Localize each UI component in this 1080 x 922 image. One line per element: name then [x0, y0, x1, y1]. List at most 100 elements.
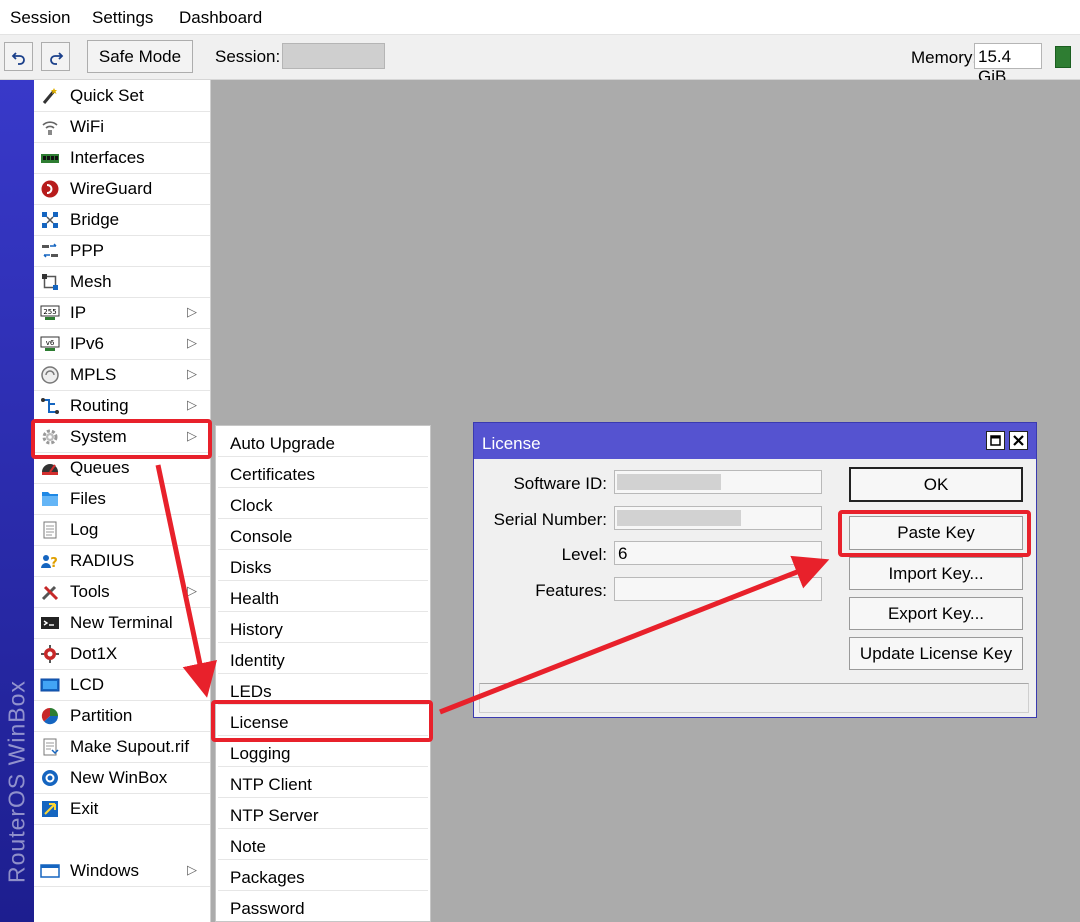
- ip-icon: 255: [39, 302, 61, 324]
- submenu-item-ntp-server[interactable]: NTP Server: [218, 798, 428, 829]
- sidebar-item-label: IP: [70, 303, 87, 322]
- brand-strip: RouterOS WinBox: [0, 80, 34, 922]
- brand-text: RouterOS WinBox: [3, 680, 30, 883]
- features-field[interactable]: [614, 577, 822, 601]
- sidebar-item-ip[interactable]: 255 IP ▷: [34, 298, 210, 329]
- submenu-item-clock[interactable]: Clock: [218, 488, 428, 519]
- safe-mode-button[interactable]: Safe Mode: [87, 40, 193, 73]
- side-menu: Quick Set WiFi Interfaces WireGuard Brid…: [34, 80, 211, 922]
- submenu-item-license[interactable]: License: [218, 705, 428, 736]
- submenu-item-ntp-client[interactable]: NTP Client: [218, 767, 428, 798]
- redacted-value: [617, 510, 741, 526]
- serial-number-label: Serial Number:: [493, 510, 607, 529]
- software-id-label: Software ID:: [513, 474, 607, 493]
- import-key-button[interactable]: Import Key...: [849, 557, 1023, 590]
- submenu-item-leds[interactable]: LEDs: [218, 674, 428, 705]
- submenu-item-identity[interactable]: Identity: [218, 643, 428, 674]
- sidebar-item-label: WiFi: [70, 117, 104, 136]
- memory-indicator: [1055, 46, 1071, 68]
- sidebar-item-mpls[interactable]: MPLS ▷: [34, 360, 210, 391]
- mpls-icon: [39, 364, 61, 386]
- submenu-arrow: ▷: [187, 304, 197, 319]
- sidebar-item-lcd[interactable]: LCD: [34, 670, 210, 701]
- license-window-title: License: [482, 434, 541, 453]
- license-window: License Software ID: Serial Number: Leve…: [473, 422, 1037, 718]
- sidebar-item-ppp[interactable]: PPP: [34, 236, 210, 267]
- submenu-item-note[interactable]: Note: [218, 829, 428, 860]
- sidebar-item-partition[interactable]: Partition: [34, 701, 210, 732]
- svg-text:v6: v6: [46, 339, 55, 347]
- sidebar-item-system[interactable]: System ▷: [34, 422, 210, 453]
- menu-dashboard[interactable]: Dashboard: [179, 8, 262, 28]
- exit-icon: [39, 798, 61, 820]
- svg-text:255: 255: [43, 308, 56, 316]
- partition-icon: [39, 705, 61, 727]
- submenu-item-console[interactable]: Console: [218, 519, 428, 550]
- sidebar-item-wifi[interactable]: WiFi: [34, 112, 210, 143]
- sidebar-item-label: IPv6: [70, 334, 105, 353]
- sidebar-item-label: Partition: [70, 706, 133, 725]
- software-id-field[interactable]: [614, 470, 822, 494]
- submenu-item-logging[interactable]: Logging: [218, 736, 428, 767]
- submenu-item-disks[interactable]: Disks: [218, 550, 428, 581]
- queues-icon: [39, 457, 61, 479]
- submenu-item-history[interactable]: History: [218, 612, 428, 643]
- sidebar-item-routing[interactable]: Routing ▷: [34, 391, 210, 422]
- sidebar-item-windows[interactable]: Windows ▷: [34, 856, 210, 887]
- winbox-icon: [39, 767, 61, 789]
- submenu-item-password[interactable]: Password: [218, 891, 428, 922]
- sidebar-item-bridge[interactable]: Bridge: [34, 205, 210, 236]
- gear-icon: [39, 426, 61, 448]
- sidebar-item-new-winbox[interactable]: New WinBox: [34, 763, 210, 794]
- license-title-bar[interactable]: License: [474, 423, 1036, 459]
- svg-text:?: ?: [50, 556, 58, 571]
- sidebar-item-log[interactable]: Log: [34, 515, 210, 546]
- sidebar-item-label: MPLS: [70, 365, 117, 384]
- submenu-item-packages[interactable]: Packages: [218, 860, 428, 891]
- ppp-icon: [39, 240, 61, 262]
- submenu-arrow: ▷: [187, 397, 197, 412]
- redacted-value: [617, 474, 721, 490]
- routing-icon: [39, 395, 61, 417]
- system-submenu: Auto Upgrade Certificates Clock Console …: [215, 425, 431, 922]
- sidebar-item-exit[interactable]: Exit: [34, 794, 210, 825]
- session-label: Session:: [215, 47, 281, 66]
- sidebar-item-ipv6[interactable]: v6 IPv6 ▷: [34, 329, 210, 360]
- restore-button[interactable]: [986, 431, 1005, 450]
- level-field[interactable]: 6: [614, 541, 822, 565]
- log-icon: [39, 519, 61, 541]
- sidebar-item-queues[interactable]: Queues: [34, 453, 210, 484]
- menu-session[interactable]: Session: [10, 8, 70, 28]
- sidebar-item-label: Quick Set: [70, 86, 144, 105]
- undo-button[interactable]: [4, 42, 33, 71]
- ok-button[interactable]: OK: [849, 467, 1023, 502]
- serial-number-field[interactable]: [614, 506, 822, 530]
- sidebar-item-files[interactable]: Files: [34, 484, 210, 515]
- close-button[interactable]: [1009, 431, 1028, 450]
- sidebar-item-new-terminal[interactable]: New Terminal: [34, 608, 210, 639]
- sidebar-item-make-supout[interactable]: Make Supout.rif: [34, 732, 210, 763]
- sidebar-item-label: Routing: [70, 396, 129, 415]
- sidebar-item-dot1x[interactable]: Dot1X: [34, 639, 210, 670]
- export-key-button[interactable]: Export Key...: [849, 597, 1023, 630]
- submenu-item-auto-upgrade[interactable]: Auto Upgrade: [218, 426, 428, 457]
- session-field[interactable]: [282, 43, 385, 69]
- sidebar-item-label: WireGuard: [70, 179, 153, 198]
- sidebar-item-mesh[interactable]: Mesh: [34, 267, 210, 298]
- update-license-key-button[interactable]: Update License Key: [849, 637, 1023, 670]
- dot1x-icon: [39, 643, 61, 665]
- mesh-icon: [39, 271, 61, 293]
- sidebar-item-quick-set[interactable]: Quick Set: [34, 81, 210, 112]
- submenu-item-certificates[interactable]: Certificates: [218, 457, 428, 488]
- sidebar-item-interfaces[interactable]: Interfaces: [34, 143, 210, 174]
- submenu-item-health[interactable]: Health: [218, 581, 428, 612]
- sidebar-item-tools[interactable]: Tools ▷: [34, 577, 210, 608]
- sidebar-item-wireguard[interactable]: WireGuard: [34, 174, 210, 205]
- sidebar-item-label: Exit: [70, 799, 99, 818]
- window-icon: [39, 860, 61, 882]
- sidebar-item-radius[interactable]: ? RADIUS: [34, 546, 210, 577]
- redo-button[interactable]: [41, 42, 70, 71]
- menu-settings[interactable]: Settings: [92, 8, 153, 28]
- submenu-arrow: ▷: [187, 583, 197, 598]
- paste-key-button[interactable]: Paste Key: [849, 516, 1023, 550]
